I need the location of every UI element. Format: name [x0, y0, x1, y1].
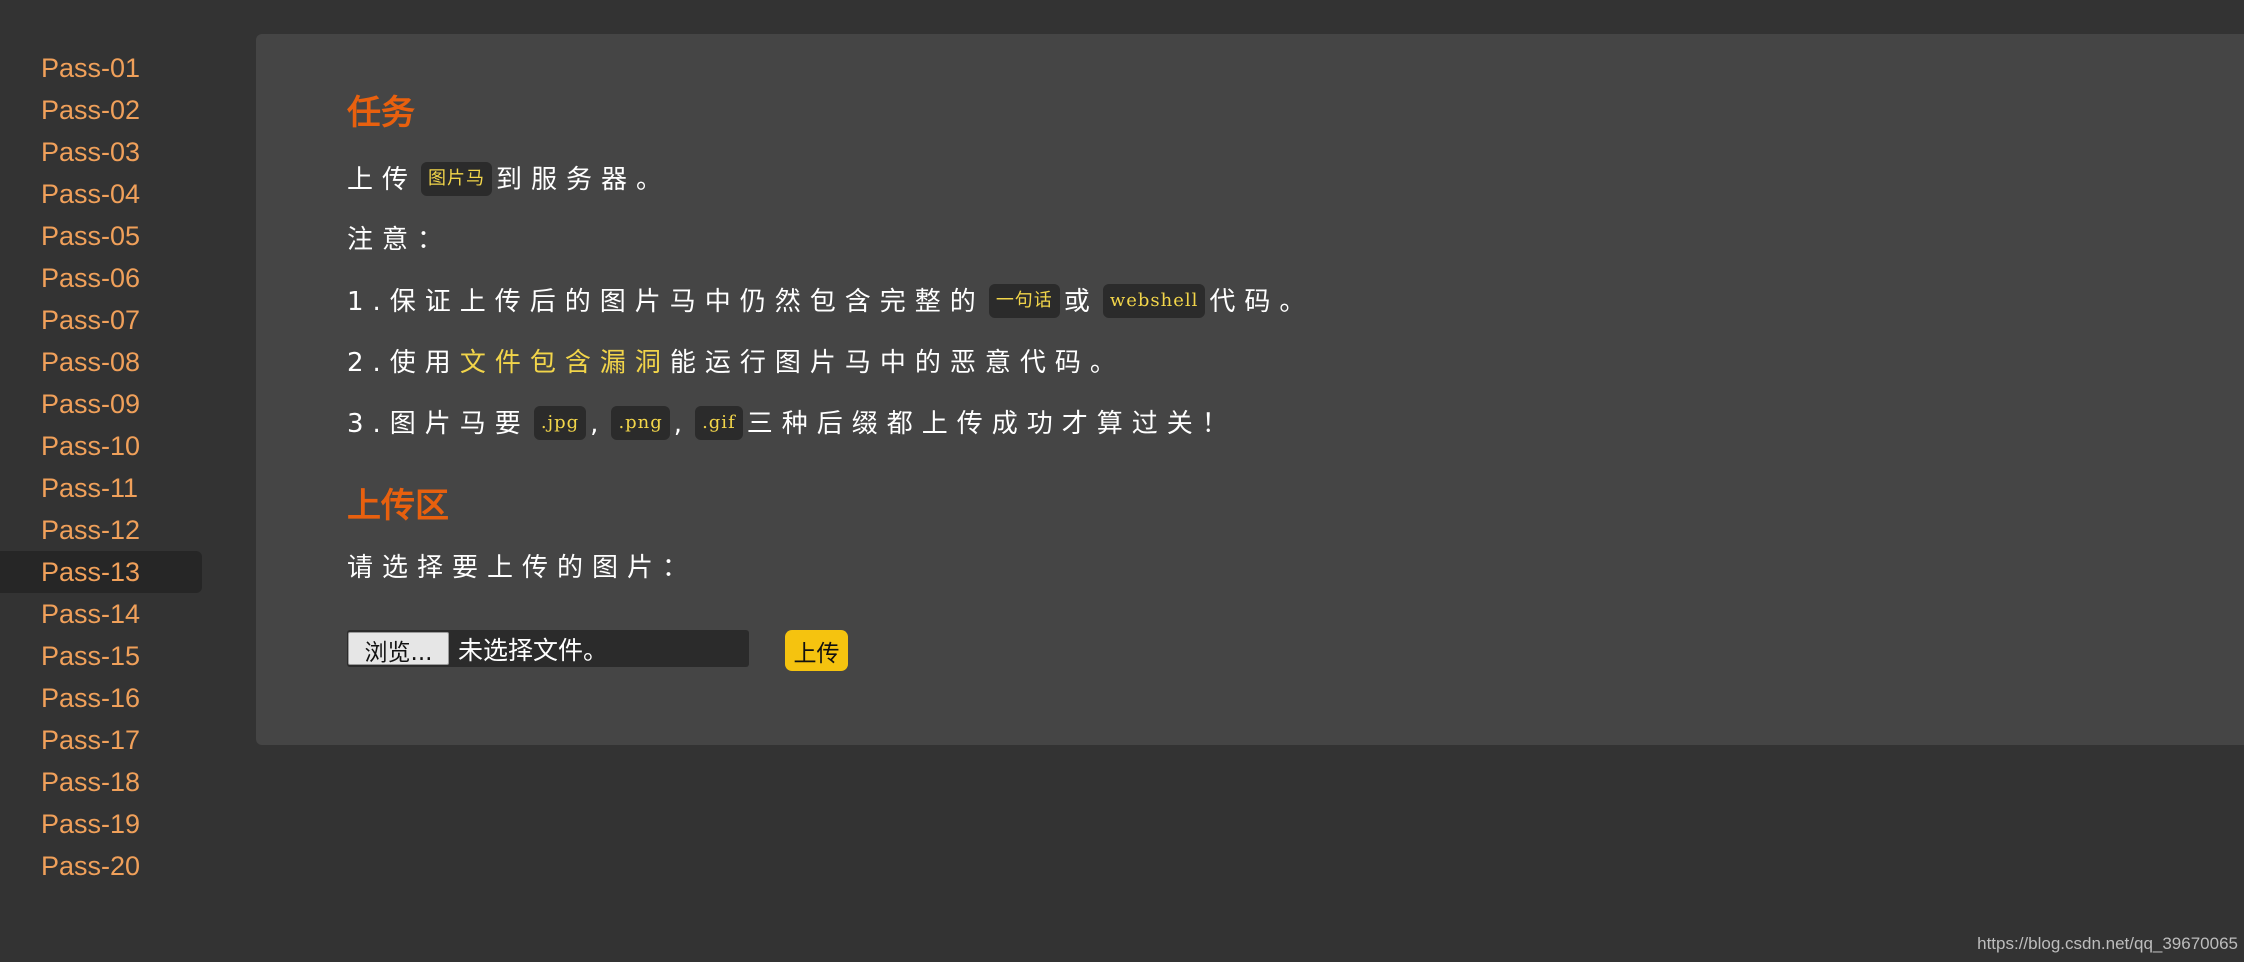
upload-heading: 上传区: [347, 486, 449, 526]
sidebar-item-pass-04[interactable]: Pass-04: [0, 173, 202, 215]
code-tag-jpg: .jpg: [533, 405, 587, 440]
task-text: 到服务器。: [496, 165, 672, 195]
note-separator: ,: [590, 409, 608, 439]
sidebar-item-pass-20[interactable]: Pass-20: [0, 845, 202, 887]
sidebar-item-pass-02[interactable]: Pass-02: [0, 89, 202, 131]
task-line: 上传 图片马 到服务器。: [347, 160, 671, 200]
sidebar-nav: Pass-01 Pass-02 Pass-03 Pass-04 Pass-05 …: [0, 47, 202, 887]
code-tag-one-liner: 一句话: [988, 283, 1060, 318]
note-text: 三种后缀都上传成功才算过关！: [746, 409, 1237, 439]
sidebar-item-pass-16[interactable]: Pass-16: [0, 677, 202, 719]
watermark: https://blog.csdn.net/qq_39670065: [1977, 934, 2238, 953]
file-input[interactable]: 浏览... 未选择文件。: [347, 630, 749, 667]
file-status: 未选择文件。: [458, 635, 609, 665]
note-1: 1.保证上传后的图片马中仍然包含完整的 一句话或 webshell 代码。: [347, 282, 1314, 322]
sidebar-item-pass-06[interactable]: Pass-06: [0, 257, 202, 299]
note-3: 3.图片马要 .jpg, .png, .gif 三种后缀都上传成功才算过关！: [347, 404, 1237, 444]
note-text: 3.图片马要: [347, 409, 530, 439]
note-2: 2.使用文件包含漏洞能运行图片马中的恶意代码。: [347, 343, 1125, 383]
sidebar-item-pass-12[interactable]: Pass-12: [0, 509, 202, 551]
page: Pass-01 Pass-02 Pass-03 Pass-04 Pass-05 …: [0, 0, 2244, 962]
sidebar-item-pass-19[interactable]: Pass-19: [0, 803, 202, 845]
upload-button[interactable]: 上传: [785, 630, 848, 671]
task-heading: 任务: [347, 93, 415, 133]
sidebar-item-pass-09[interactable]: Pass-09: [0, 383, 202, 425]
sidebar-item-pass-14[interactable]: Pass-14: [0, 593, 202, 635]
note-text: 2.使用: [347, 348, 460, 378]
sidebar-item-pass-08[interactable]: Pass-08: [0, 341, 202, 383]
highlight-file-inclusion: 文件包含漏洞: [459, 348, 670, 378]
sidebar-item-pass-17[interactable]: Pass-17: [0, 719, 202, 761]
code-tag-webshell: webshell: [1102, 283, 1206, 318]
sidebar-item-pass-15[interactable]: Pass-15: [0, 635, 202, 677]
browse-button[interactable]: 浏览...: [348, 632, 449, 666]
upload-prompt: 请选择要上传的图片：: [347, 553, 698, 583]
sidebar-item-pass-07[interactable]: Pass-07: [0, 299, 202, 341]
sidebar-item-pass-11[interactable]: Pass-11: [0, 467, 202, 509]
code-tag-png: .png: [611, 405, 670, 440]
sidebar-item-pass-13[interactable]: Pass-13: [0, 551, 202, 593]
note-text: 代码。: [1209, 287, 1315, 317]
sidebar-item-pass-05[interactable]: Pass-05: [0, 215, 202, 257]
code-tag-gif: .gif: [695, 405, 743, 440]
sidebar-item-pass-01[interactable]: Pass-01: [0, 47, 202, 89]
sidebar-item-pass-03[interactable]: Pass-03: [0, 131, 202, 173]
note-text: 或: [1063, 287, 1099, 317]
note-text: 能运行图片马中的恶意代码。: [669, 348, 1125, 378]
sidebar-item-pass-10[interactable]: Pass-10: [0, 425, 202, 467]
note-separator: ,: [673, 409, 692, 439]
code-tag-image-trojan: 图片马: [421, 161, 493, 196]
note-label: 注意：: [347, 225, 453, 255]
note-text: 1.保证上传后的图片马中仍然包含完整的: [347, 287, 985, 317]
task-text: 上传: [347, 165, 418, 195]
sidebar-item-pass-18[interactable]: Pass-18: [0, 761, 202, 803]
